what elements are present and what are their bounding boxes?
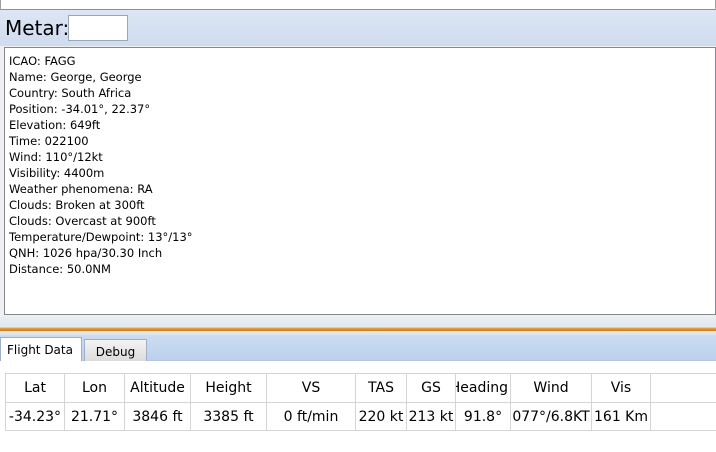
cell-vis: 161 Km [592,403,651,430]
column-header-heading[interactable]: Heading [456,374,511,402]
info-weather: Weather phenomena: RA [9,182,153,196]
tab-strip: Flight Data Debug [0,335,716,362]
cell-height: 3385 ft [191,403,267,430]
column-header-wind[interactable]: Wind [511,374,592,402]
info-clouds-1: Clouds: Broken at 300ft [9,198,145,212]
column-header-vs[interactable]: VS [267,374,356,402]
column-header-altitude[interactable]: Altitude [125,374,191,402]
cell-lat: -34.23° [6,403,65,430]
info-wind: Wind: 110°/12kt [9,150,103,164]
column-header-lon[interactable]: Lon [65,374,125,402]
metar-bar: Metar: [0,10,716,46]
info-elevation: Elevation: 649ft [9,118,101,132]
column-header-gs[interactable]: GS [407,374,456,402]
flight-data-panel: Lat Lon Altitude Height VS TAS GS Headin… [0,361,716,452]
info-icao: ICAO: FAGG [9,54,76,68]
metar-label: Metar: [5,16,70,40]
splitter-accent [0,327,716,331]
info-time: Time: 022100 [9,134,89,148]
cell-altitude: 3846 ft [125,403,191,430]
info-distance: Distance: 50.0NM [9,262,111,276]
info-position: Position: -34.01°, 22.37° [9,102,151,116]
cell-gs: 213 kt [407,403,456,430]
cell-wind: 077°/6.8KT [511,403,592,430]
cell-heading: 91.8° [456,403,511,430]
tab-flight-data[interactable]: Flight Data [0,337,82,362]
upper-panel-edge [0,0,716,10]
info-visibility: Visibility: 4400m [9,166,105,180]
app-window: Metar: ICAO: FAGG Name: George, George C… [0,0,716,452]
info-country: Country: South Africa [9,86,132,100]
info-name: Name: George, George [9,70,142,84]
column-header-height[interactable]: Height [191,374,267,402]
cell-lon: 21.71° [65,403,125,430]
table-row[interactable]: -34.23° 21.71° 3846 ft 3385 ft 0 ft/min … [6,403,716,431]
cell-tas: 220 kt [356,403,407,430]
tab-debug[interactable]: Debug [84,339,147,361]
panel-splitter[interactable] [0,317,716,335]
station-info-panel[interactable]: ICAO: FAGG Name: George, George Country:… [4,47,716,315]
column-header-vis[interactable]: Vis [592,374,651,402]
metar-input[interactable] [68,15,128,41]
column-header-tas[interactable]: TAS [356,374,407,402]
flight-data-grid: Lat Lon Altitude Height VS TAS GS Headin… [5,373,716,431]
grid-header: Lat Lon Altitude Height VS TAS GS Headin… [6,373,716,403]
info-clouds-2: Clouds: Overcast at 900ft [9,214,156,228]
info-temperature: Temperature/Dewpoint: 13°/13° [9,230,193,244]
column-header-lat[interactable]: Lat [6,374,65,402]
info-qnh: QNH: 1026 hpa/30.30 Inch [9,246,163,260]
cell-vs: 0 ft/min [267,403,356,430]
